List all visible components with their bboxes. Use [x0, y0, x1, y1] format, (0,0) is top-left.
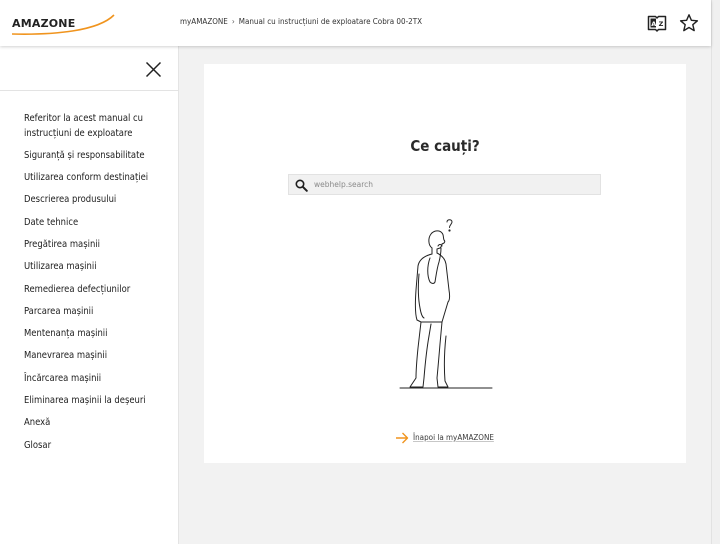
sidebar-item-parking[interactable]: Parcarea mașinii	[24, 305, 174, 320]
svg-text:A: A	[651, 20, 656, 28]
search-input[interactable]	[314, 177, 594, 192]
breadcrumb-separator: ›	[231, 17, 235, 26]
thinking-person-illustration	[399, 219, 493, 389]
arrow-right-icon	[396, 432, 409, 444]
sidebar-item-machine-use[interactable]: Utilizarea mașinii	[24, 260, 174, 275]
sidebar-item-maintenance[interactable]: Mentenanța mașinii	[24, 327, 174, 342]
sidebar-item-about-manual[interactable]: Referitor la acest manual cu instrucțiun…	[24, 112, 174, 141]
search-icon[interactable]	[295, 179, 308, 192]
sidebar-item-troubleshooting[interactable]: Remedierea defecțiunilor	[24, 283, 174, 298]
sidebar-item-loading[interactable]: Încărcarea mașinii	[24, 372, 174, 387]
star-icon[interactable]	[679, 13, 699, 33]
sidebar-item-handling[interactable]: Manevrarea mașinii	[24, 349, 174, 364]
dictionary-icon[interactable]: A Z	[647, 13, 667, 33]
sidebar-item-safety[interactable]: Siguranță și responsabilitate	[24, 149, 174, 164]
sidebar-item-glossary[interactable]: Glosar	[24, 439, 174, 454]
breadcrumb-current[interactable]: Manual cu instrucțiuni de exploatare Cob…	[239, 17, 422, 26]
svg-text:Z: Z	[659, 20, 664, 28]
back-link-label[interactable]: Înapoi la myAMAZONE	[413, 433, 494, 442]
breadcrumb: myAMAZONE › Manual cu instrucțiuni de expl…	[180, 17, 422, 26]
sidebar-item-technical-data[interactable]: Date tehnice	[24, 216, 174, 231]
logo-text: AMAZONE	[12, 17, 75, 30]
page-scrollbar[interactable]	[711, 0, 720, 544]
search-box[interactable]	[288, 174, 601, 195]
amazone-logo[interactable]: AMAZONE	[10, 13, 116, 37]
sidebar-divider	[0, 90, 179, 91]
breadcrumb-home[interactable]: myAMAZONE	[180, 17, 228, 26]
sidebar-item-disposal[interactable]: Eliminarea mașinii la deșeuri	[24, 394, 174, 409]
sidebar-item-intended-use[interactable]: Utilizarea conform destinației	[24, 171, 174, 186]
sidebar-item-machine-preparation[interactable]: Pregătirea mașinii	[24, 238, 174, 253]
search-card: Ce cauți? Înapoi la myAMAZO	[204, 64, 686, 463]
page-title: Ce cauți?	[410, 137, 480, 155]
sidebar-menu: Referitor la acest manual cu instrucțiun…	[24, 112, 174, 453]
close-icon[interactable]	[145, 61, 162, 78]
sidebar: Referitor la acest manual cu instrucțiun…	[0, 46, 179, 544]
top-header: AMAZONE myAMAZONE › Manual cu instrucțiuni…	[0, 0, 711, 46]
sidebar-item-product-description[interactable]: Descrierea produsului	[24, 193, 174, 208]
sidebar-item-appendix[interactable]: Anexă	[24, 416, 174, 431]
